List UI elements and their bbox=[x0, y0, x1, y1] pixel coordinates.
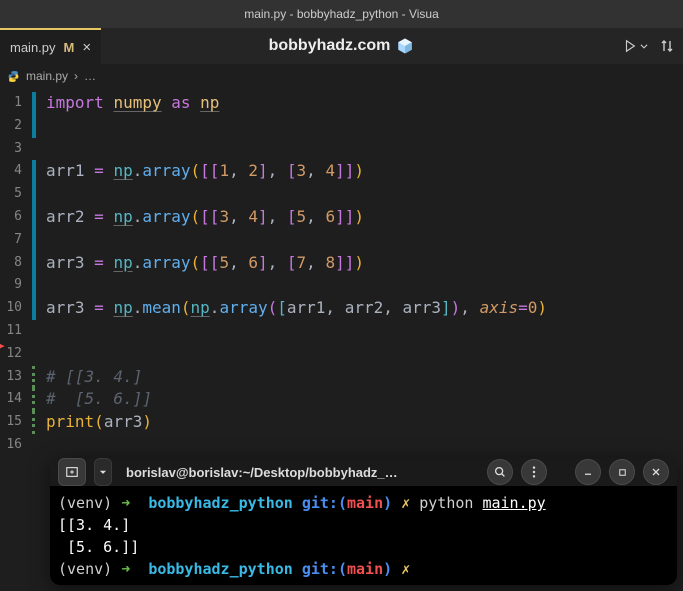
compare-icon[interactable] bbox=[659, 38, 675, 54]
tab-modified-indicator: M bbox=[64, 40, 75, 55]
cube-icon bbox=[396, 37, 414, 55]
terminal-body[interactable]: (venv) ➜ bobbyhadz_python git:(main) ✗ p… bbox=[50, 486, 677, 585]
editor-tabbar: main.py M × bobbyhadz.com bbox=[0, 28, 683, 64]
code-line: arr2 = np.array([[3, 4], [5, 6]]) bbox=[46, 206, 547, 229]
code-line: arr1 = np.array([[1, 2], [3, 4]]) bbox=[46, 160, 547, 183]
chevron-down-icon[interactable] bbox=[639, 41, 649, 51]
terminal-window: borislav@borislav:~/Desktop/bobbyhadz_… … bbox=[50, 458, 677, 585]
close-button[interactable] bbox=[643, 459, 669, 485]
search-icon[interactable] bbox=[487, 459, 513, 485]
close-icon[interactable]: × bbox=[82, 40, 91, 55]
code-line bbox=[46, 115, 547, 138]
code-editor[interactable]: 1234 5678 9101112 13141516 ▶ import nump… bbox=[0, 88, 683, 448]
minimize-button[interactable] bbox=[575, 459, 601, 485]
window-titlebar: main.py - bobbyhadz_python - Visua bbox=[0, 0, 683, 28]
menu-icon[interactable] bbox=[521, 459, 547, 485]
code-line bbox=[46, 229, 547, 252]
code-line bbox=[46, 320, 547, 343]
terminal-title: borislav@borislav:~/Desktop/bobbyhadz_… bbox=[120, 465, 479, 480]
breakpoint-marker[interactable]: ▶ bbox=[0, 339, 5, 352]
code-line bbox=[46, 183, 547, 206]
terminal-line: [5. 6.]] bbox=[58, 536, 669, 558]
tab-actions bbox=[623, 38, 683, 54]
tab-main-py[interactable]: main.py M × bbox=[0, 28, 101, 64]
terminal-line: (venv) ➜ bobbyhadz_python git:(main) ✗ bbox=[58, 558, 669, 580]
breadcrumb-file: main.py bbox=[26, 69, 68, 83]
breadcrumb-rest: … bbox=[84, 69, 96, 83]
code-line: arr3 = np.array([[5, 6], [7, 8]]) bbox=[46, 252, 547, 275]
code-line: import numpy as np bbox=[46, 92, 547, 115]
breadcrumb[interactable]: main.py › … bbox=[0, 64, 683, 88]
header-site: bobbyhadz.com bbox=[0, 37, 683, 55]
code-line bbox=[46, 434, 547, 457]
python-file-icon bbox=[6, 69, 20, 83]
terminal-header: borislav@borislav:~/Desktop/bobbyhadz_… bbox=[50, 458, 677, 486]
code-line bbox=[46, 138, 547, 161]
code-line: print(arr3) bbox=[46, 411, 547, 434]
new-tab-button[interactable] bbox=[58, 458, 86, 486]
window-title: main.py - bobbyhadz_python - Visua bbox=[244, 7, 439, 21]
line-number-gutter: 1234 5678 9101112 13141516 bbox=[0, 88, 32, 448]
tab-dropdown-button[interactable] bbox=[94, 458, 112, 486]
code-line: arr3 = np.mean(np.array([arr1, arr2, arr… bbox=[46, 297, 547, 320]
code-line: # [5. 6.]] bbox=[46, 388, 547, 411]
code-line bbox=[46, 343, 547, 366]
tab-filename: main.py bbox=[10, 40, 56, 55]
terminal-line: [[3. 4.] bbox=[58, 514, 669, 536]
code-content[interactable]: import numpy as np arr1 = np.array([[1, … bbox=[36, 88, 547, 448]
terminal-line: (venv) ➜ bobbyhadz_python git:(main) ✗ p… bbox=[58, 492, 669, 514]
maximize-button[interactable] bbox=[609, 459, 635, 485]
code-line bbox=[46, 274, 547, 297]
code-line: # [[3. 4.] bbox=[46, 366, 547, 389]
breadcrumb-sep: › bbox=[74, 69, 78, 83]
run-button[interactable] bbox=[623, 39, 649, 53]
